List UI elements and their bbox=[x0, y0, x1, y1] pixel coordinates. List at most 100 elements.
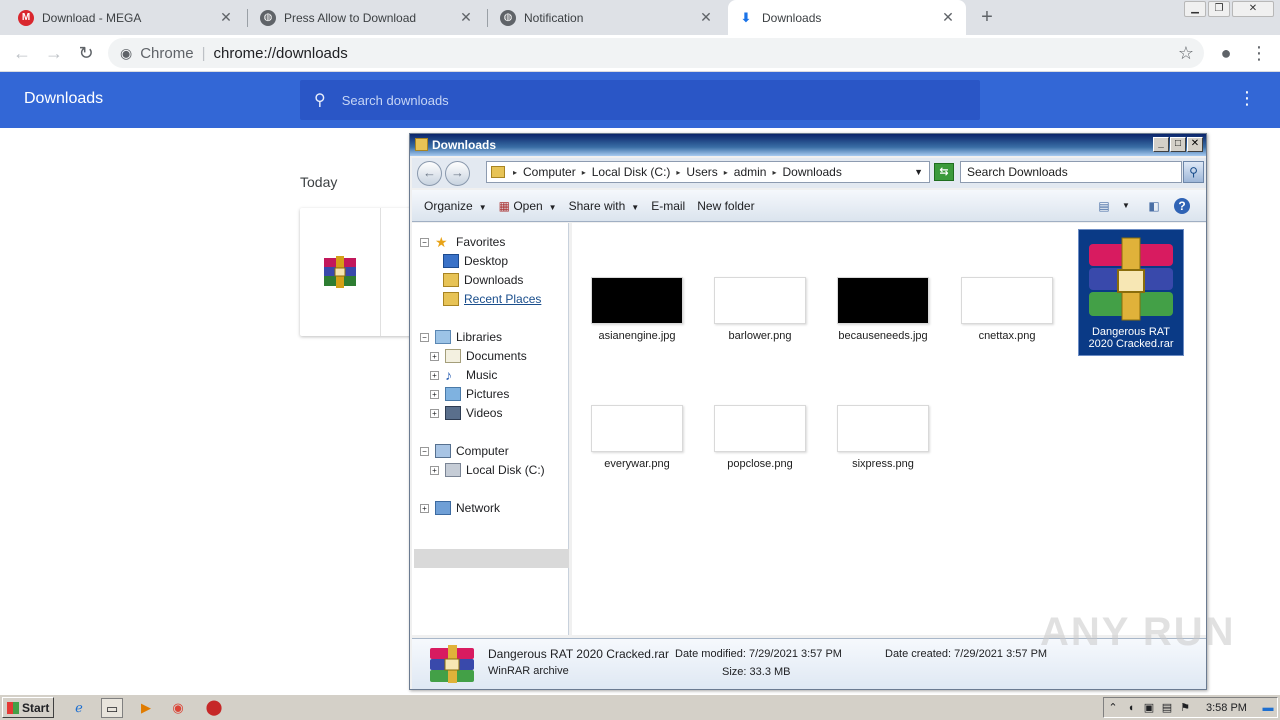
view-icon[interactable]: ▤ bbox=[1096, 198, 1112, 214]
close-icon[interactable]: ✕ bbox=[458, 9, 474, 26]
new-tab-button[interactable]: + bbox=[976, 4, 998, 30]
share-with-button[interactable]: Share with ▼ bbox=[569, 199, 640, 213]
selected-file-item[interactable]: Dangerous RAT 2020 Cracked.rar bbox=[1078, 229, 1184, 356]
nav-desktop[interactable]: Desktop bbox=[443, 252, 508, 270]
expand-icon[interactable]: + bbox=[430, 408, 439, 418]
breadcrumb-downloads[interactable]: Downloads bbox=[782, 165, 841, 179]
nav-network[interactable]: + Network bbox=[420, 499, 500, 517]
nav-documents[interactable]: + Documents bbox=[430, 347, 527, 365]
chevron-right-icon: ▸ bbox=[581, 167, 586, 177]
chrome-icon: ◉ bbox=[120, 44, 133, 61]
nav-downloads[interactable]: Downloads bbox=[443, 271, 523, 289]
file-item[interactable]: barlower.png bbox=[705, 277, 815, 342]
chrome-taskbar-icon[interactable]: ◉ bbox=[167, 698, 189, 718]
nav-libraries[interactable]: − Libraries bbox=[420, 328, 502, 346]
nav-computer[interactable]: − Computer bbox=[420, 442, 509, 460]
close-icon[interactable]: ✕ bbox=[698, 9, 714, 26]
explorer-taskbar-icon[interactable]: ▭ bbox=[101, 698, 123, 718]
expand-icon[interactable]: + bbox=[430, 351, 439, 361]
reload-button[interactable]: ↻ bbox=[74, 41, 98, 65]
nav-videos[interactable]: + Videos bbox=[430, 404, 502, 422]
explorer-titlebar[interactable]: Downloads bbox=[410, 134, 1206, 156]
flag-icon[interactable]: ⚑ bbox=[1176, 701, 1194, 714]
help-icon[interactable]: ? bbox=[1174, 198, 1190, 214]
file-item[interactable]: asianengine.jpg bbox=[582, 277, 692, 342]
refresh-button[interactable]: ⇆ bbox=[934, 163, 954, 181]
pictures-icon bbox=[445, 387, 461, 401]
display-icon[interactable]: ▤ bbox=[1158, 701, 1176, 714]
volume-icon[interactable]: ◖ bbox=[1122, 702, 1140, 714]
nav-label: Pictures bbox=[466, 387, 510, 401]
minimize-button[interactable]: _ bbox=[1153, 137, 1169, 152]
nav-music[interactable]: + ♪ Music bbox=[430, 366, 497, 384]
tab-notification[interactable]: ◍ Notification ✕ bbox=[490, 0, 724, 35]
tab-downloads[interactable]: ⬇ Downloads ✕ bbox=[728, 0, 966, 35]
back-button[interactable]: ← bbox=[417, 161, 442, 186]
chevron-right-icon: ▸ bbox=[513, 167, 518, 177]
nav-favorites[interactable]: − ★ Favorites bbox=[420, 233, 505, 251]
file-item[interactable]: popclose.png bbox=[705, 405, 815, 470]
file-item[interactable]: becauseneeds.jpg bbox=[828, 277, 938, 342]
close-icon[interactable]: ✕ bbox=[940, 9, 956, 26]
collapse-icon[interactable]: − bbox=[420, 446, 429, 456]
file-name: cnettax.png bbox=[978, 330, 1036, 342]
new-folder-button[interactable]: New folder bbox=[697, 199, 754, 213]
globe-icon: ◍ bbox=[260, 9, 276, 26]
expand-icon[interactable]: + bbox=[430, 465, 439, 475]
email-button[interactable]: E-mail bbox=[651, 199, 685, 213]
collapse-icon[interactable]: − bbox=[420, 237, 429, 247]
file-item[interactable]: everywar.png bbox=[582, 405, 692, 470]
breadcrumb-local-disk[interactable]: Local Disk (C:) bbox=[592, 165, 671, 179]
breadcrumb-admin[interactable]: admin bbox=[734, 165, 767, 179]
tab-press-allow[interactable]: ◍ Press Allow to Download ✕ bbox=[250, 0, 484, 35]
nav-label: Documents bbox=[466, 349, 527, 363]
winrar-icon bbox=[430, 645, 474, 683]
expand-icon[interactable]: + bbox=[430, 370, 439, 380]
search-downloads-input[interactable]: ⚲ Search downloads bbox=[300, 80, 980, 120]
more-actions-icon[interactable]: ⋮ bbox=[1238, 88, 1256, 109]
maximize-button[interactable]: □ bbox=[1170, 137, 1186, 152]
close-window-button[interactable]: ✕ bbox=[1232, 1, 1274, 17]
download-item-card[interactable] bbox=[300, 208, 420, 336]
start-button[interactable]: Start bbox=[2, 697, 54, 718]
show-desktop-icon[interactable]: ▬ bbox=[1259, 702, 1277, 714]
menu-icon[interactable]: ⋮ bbox=[1247, 41, 1271, 65]
chevron-down-icon[interactable]: ▼ bbox=[914, 167, 923, 177]
address-bar[interactable]: ◉ Chrome | chrome://downloads bbox=[108, 38, 1204, 68]
screen: M Download - MEGA ✕ ◍ Press Allow to Dow… bbox=[0, 0, 1280, 720]
search-input[interactable]: Search Downloads bbox=[960, 161, 1182, 183]
expand-icon[interactable]: + bbox=[420, 503, 429, 513]
breadcrumb[interactable]: ▸ Computer ▸ Local Disk (C:) ▸ Users ▸ a… bbox=[486, 161, 930, 183]
media-player-icon[interactable]: ▶ bbox=[135, 698, 157, 718]
restore-button[interactable]: ❐ bbox=[1208, 1, 1230, 17]
file-item[interactable]: sixpress.png bbox=[828, 405, 938, 470]
profile-icon[interactable]: ● bbox=[1214, 41, 1238, 65]
search-icon[interactable]: ⚲ bbox=[1183, 161, 1204, 183]
internet-explorer-icon[interactable]: ℯ bbox=[68, 698, 90, 718]
minimize-button[interactable]: ▁ bbox=[1184, 1, 1206, 17]
forward-button[interactable]: → bbox=[445, 161, 470, 186]
tab-mega[interactable]: M Download - MEGA ✕ bbox=[8, 0, 244, 35]
alert-icon[interactable]: ⬤ bbox=[203, 698, 225, 718]
open-button[interactable]: ▦ Open ▼ bbox=[499, 199, 557, 213]
breadcrumb-computer[interactable]: Computer bbox=[523, 165, 576, 179]
breadcrumb-users[interactable]: Users bbox=[686, 165, 717, 179]
close-button[interactable]: ✕ bbox=[1187, 137, 1203, 152]
close-icon[interactable]: ✕ bbox=[218, 9, 234, 26]
nav-local-disk[interactable]: + Local Disk (C:) bbox=[430, 461, 545, 479]
collapse-icon[interactable]: − bbox=[420, 332, 429, 342]
network-tray-icon[interactable]: ▣ bbox=[1140, 701, 1158, 714]
nav-recent-places[interactable]: Recent Places bbox=[443, 290, 541, 308]
nav-pictures[interactable]: + Pictures bbox=[430, 385, 509, 403]
bookmark-star-icon[interactable]: ☆ bbox=[1174, 41, 1198, 65]
organize-button[interactable]: Organize ▼ bbox=[424, 199, 487, 213]
file-item[interactable]: cnettax.png bbox=[952, 277, 1062, 342]
chevron-down-icon[interactable]: ▼ bbox=[1118, 198, 1134, 214]
preview-pane-icon[interactable]: ◧ bbox=[1146, 198, 1162, 214]
back-button[interactable]: ← bbox=[10, 41, 34, 65]
expand-icon[interactable]: + bbox=[430, 389, 439, 399]
chevron-up-icon[interactable]: ⌃ bbox=[1104, 701, 1122, 714]
forward-button[interactable]: → bbox=[42, 41, 66, 65]
date-modified-label: Date modified: bbox=[675, 648, 746, 660]
clock[interactable]: 3:58 PM bbox=[1206, 702, 1247, 714]
